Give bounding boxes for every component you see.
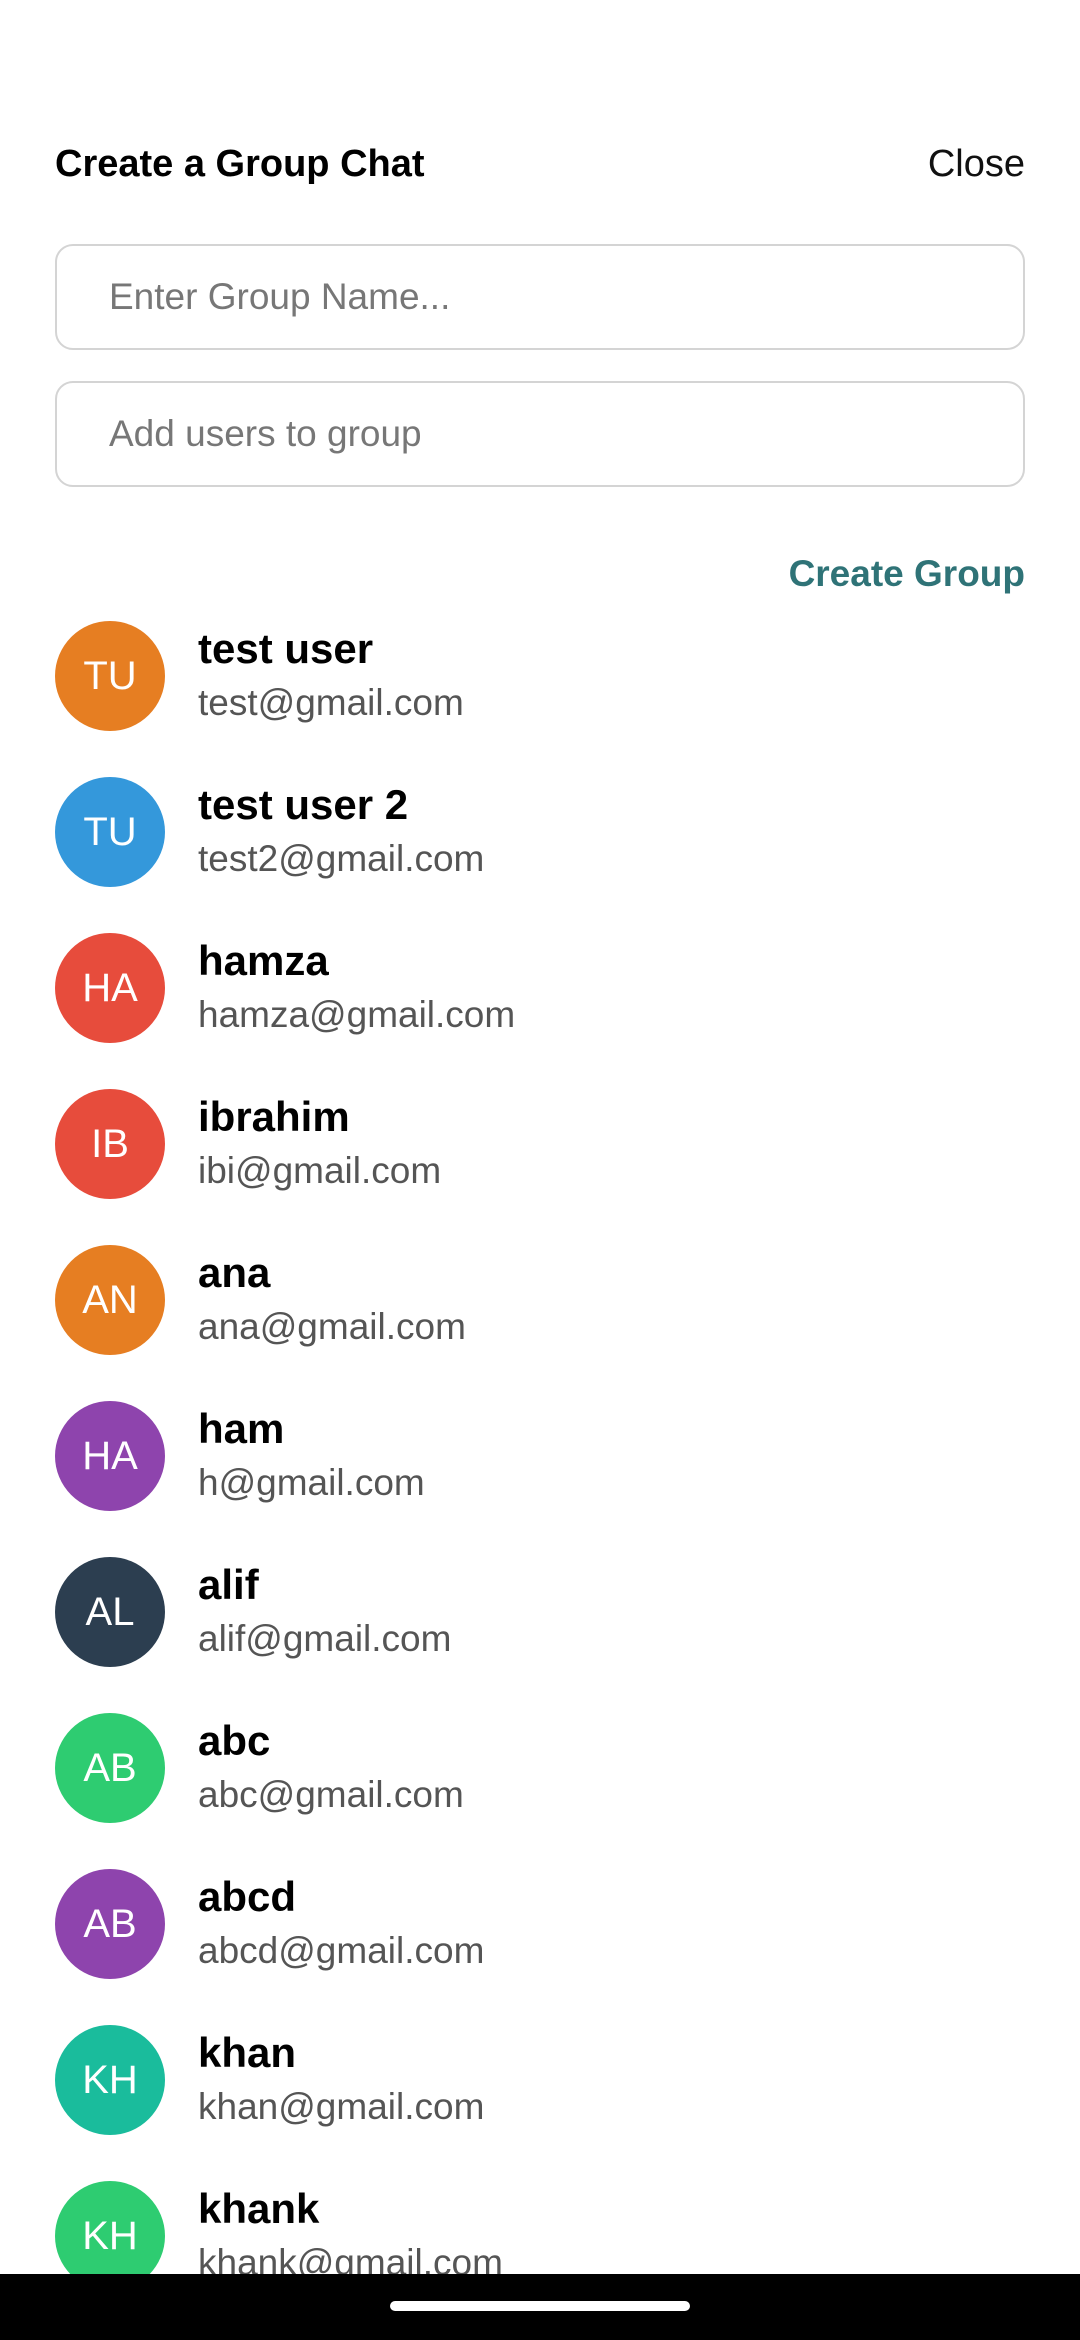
home-indicator[interactable] (390, 2301, 690, 2311)
user-list-item[interactable]: AB abc abc@gmail.com (0, 1706, 1080, 1862)
user-name: ibrahim (198, 1093, 350, 1140)
user-name: khank (198, 2185, 320, 2232)
user-email: hamza@gmail.com (198, 994, 516, 1035)
add-users-input[interactable] (109, 383, 989, 485)
group-name-field[interactable] (55, 244, 1025, 350)
avatar: KH (55, 2025, 165, 2135)
close-button[interactable]: Close (928, 136, 1025, 192)
user-name: ham (198, 1405, 285, 1452)
user-list[interactable]: TU test user test@gmail.com TU test user… (0, 614, 1080, 2274)
avatar: TU (55, 621, 165, 731)
user-name: test user (198, 625, 374, 672)
avatar: IB (55, 1089, 165, 1199)
user-list-item[interactable]: KH khan khan@gmail.com (0, 2018, 1080, 2174)
user-name: abcd (198, 1873, 297, 1920)
user-email: khan@gmail.com (198, 2086, 485, 2127)
user-email: khank@gmail.com (198, 2242, 503, 2274)
user-name: test user 2 (198, 781, 409, 828)
avatar: AN (55, 1245, 165, 1355)
add-users-field[interactable] (55, 381, 1025, 487)
user-email: ibi@gmail.com (198, 1150, 442, 1191)
avatar: TU (55, 777, 165, 887)
page-title: Create a Group Chat (55, 143, 425, 185)
user-name: alif (198, 1561, 259, 1608)
user-email: test@gmail.com (198, 682, 464, 723)
avatar: AL (55, 1557, 165, 1667)
create-group-button[interactable]: Create Group (789, 546, 1025, 602)
user-list-item[interactable]: KH khank khank@gmail.com (0, 2174, 1080, 2274)
user-email: abc@gmail.com (198, 1774, 464, 1815)
user-list-item[interactable]: AN ana ana@gmail.com (0, 1238, 1080, 1394)
user-email: ana@gmail.com (198, 1306, 466, 1347)
user-name: hamza (198, 937, 329, 984)
user-list-item[interactable]: AB abcd abcd@gmail.com (0, 1862, 1080, 2018)
user-list-item[interactable]: HA hamza hamza@gmail.com (0, 926, 1080, 1082)
system-navigation-bar (0, 2274, 1080, 2340)
avatar: AB (55, 1713, 165, 1823)
user-email: test2@gmail.com (198, 838, 485, 879)
avatar: AB (55, 1869, 165, 1979)
user-email: alif@gmail.com (198, 1618, 452, 1659)
user-name: khan (198, 2029, 297, 2076)
avatar: KH (55, 2181, 165, 2274)
user-list-item[interactable]: HA ham h@gmail.com (0, 1394, 1080, 1550)
group-name-input[interactable] (109, 246, 989, 348)
user-list-item[interactable]: TU test user 2 test2@gmail.com (0, 770, 1080, 926)
user-email: abcd@gmail.com (198, 1930, 485, 1971)
user-name: abc (198, 1717, 271, 1764)
modal-header: Create a Group Chat Close (55, 136, 1025, 192)
user-list-item[interactable]: TU test user test@gmail.com (0, 614, 1080, 770)
avatar: HA (55, 933, 165, 1043)
avatar: HA (55, 1401, 165, 1511)
user-email: h@gmail.com (198, 1462, 425, 1503)
user-list-item[interactable]: AL alif alif@gmail.com (0, 1550, 1080, 1706)
user-name: ana (198, 1249, 271, 1296)
user-list-item[interactable]: IB ibrahim ibi@gmail.com (0, 1082, 1080, 1238)
